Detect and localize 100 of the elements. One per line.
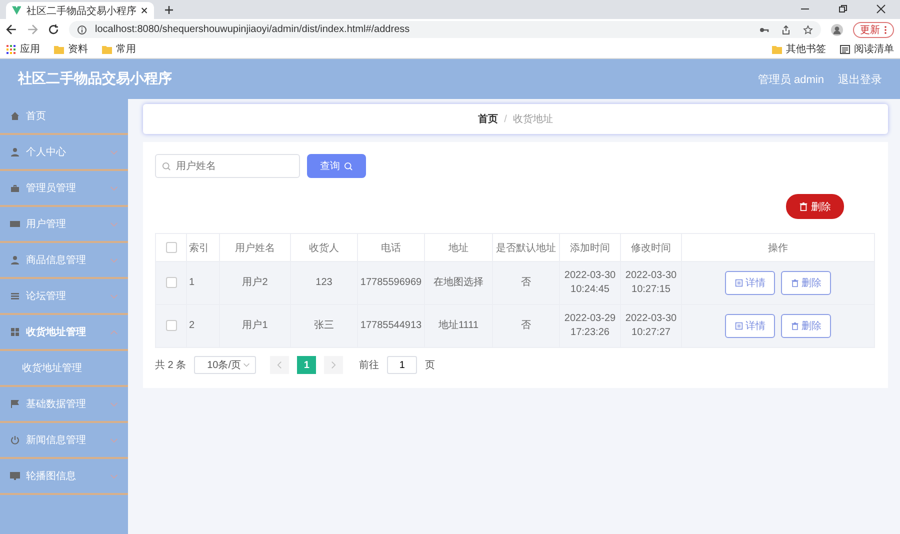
sidebar-subitem[interactable]: 收货地址管理 (0, 351, 128, 387)
new-tab-icon[interactable] (164, 5, 174, 15)
list-icon (10, 291, 20, 301)
document-icon (734, 279, 742, 287)
table-cell: 2022-03-30 10:27:27 (620, 304, 682, 348)
bookmark[interactable]: 阅读清单 (840, 42, 894, 56)
sidebar-item[interactable]: 轮播图信息 (0, 459, 128, 495)
sidebar-item[interactable]: 新闻信息管理 (0, 423, 128, 459)
goto-label: 前往 (359, 358, 380, 372)
total-count: 共 2 条 (155, 358, 186, 372)
folder-icon (54, 44, 64, 54)
column-header: 添加时间 (560, 234, 620, 262)
briefcase-icon (10, 183, 20, 193)
delete-button[interactable]: 删除 (781, 271, 831, 295)
browser-tab[interactable]: 社区二手物品交易小程序 (6, 2, 154, 19)
bookmark[interactable]: 资料 (54, 42, 88, 56)
app-title: 社区二手物品交易小程序 (18, 70, 172, 88)
house-icon (10, 111, 20, 121)
sidebar-item[interactable]: 首页 (0, 99, 128, 135)
column-header: 地址 (424, 234, 492, 262)
star-icon[interactable] (803, 24, 813, 34)
user-label: 管理员 admin (758, 72, 824, 86)
bookmark[interactable]: 其他书签 (772, 42, 826, 56)
power-icon (10, 435, 20, 445)
table-cell: 2 (186, 304, 220, 348)
table-cell: 123 (290, 262, 358, 304)
sidebar-item[interactable]: 用户管理 (0, 207, 128, 243)
column-header: 收货人 (290, 234, 358, 262)
table-cell: 张三 (290, 304, 358, 348)
column-header: 索引 (186, 234, 220, 262)
page-input[interactable]: 1 (387, 356, 418, 374)
page-button[interactable]: 1 (297, 356, 316, 374)
table-cell: 用户1 (220, 304, 290, 348)
sidebar-item[interactable]: 基础数据管理 (0, 387, 128, 423)
logout-link[interactable]: 退出登录 (838, 72, 882, 86)
delete-button[interactable]: 删除 (786, 194, 844, 219)
table-cell: 2022-03-30 10:27:15 (620, 262, 682, 304)
search-field[interactable]: 用户姓名 (155, 154, 300, 178)
column-header: 是否默认地址 (492, 234, 560, 262)
table-cell: 17785596969 (358, 262, 424, 304)
chevron-up-icon (110, 330, 118, 334)
address-bar[interactable]: localhost:8080/shequershouwupinjiaoyi/admin/dist/index.html#/address (69, 21, 821, 38)
checkbox[interactable] (166, 320, 176, 331)
breadcrumb-link[interactable]: 首页 (478, 112, 498, 126)
column-header: 修改时间 (620, 234, 682, 262)
person-icon (10, 255, 20, 265)
update-button[interactable]: 更新 (853, 22, 894, 38)
sidebar-item[interactable]: 收货地址管理 (0, 315, 128, 351)
page-suffix: 页 (425, 359, 436, 372)
search-icon (344, 162, 353, 170)
monitor-icon (10, 471, 20, 481)
close-icon[interactable] (141, 7, 148, 14)
document-icon (734, 322, 742, 330)
checkbox[interactable] (166, 242, 176, 253)
details-button[interactable]: 详情 (725, 314, 775, 338)
search-icon (162, 162, 171, 171)
profile-icon[interactable] (831, 24, 843, 36)
chevron-down-icon (110, 186, 118, 190)
trash-icon (799, 202, 808, 211)
reload-icon[interactable] (48, 24, 59, 35)
column-header: 电话 (358, 234, 424, 262)
v-logo-icon (12, 6, 22, 15)
column-header: 用户姓名 (220, 234, 290, 262)
chevron-down-icon (110, 402, 118, 406)
folder-icon (772, 44, 782, 54)
bookmark[interactable]: 应用 (6, 42, 40, 56)
table-cell: 否 (492, 304, 560, 348)
table-cell: 2022-03-29 17:23:26 (560, 304, 620, 348)
table-cell: 用户2 (220, 262, 290, 304)
share-icon[interactable] (781, 24, 791, 34)
flag-icon (10, 399, 20, 409)
grid-icon (10, 327, 20, 337)
apps-grid-icon (6, 44, 16, 54)
delete-button[interactable]: 删除 (781, 314, 831, 338)
details-button[interactable]: 详情 (725, 271, 775, 295)
more-vertical-icon (884, 24, 887, 34)
sidebar-item[interactable]: 个人中心 (0, 135, 128, 171)
chevron-down-icon (243, 363, 250, 367)
restore-icon[interactable] (838, 4, 848, 14)
breadcrumb-link[interactable]: 收货地址 (512, 112, 553, 126)
table-cell: 2022-03-30 10:24:45 (560, 262, 620, 304)
chevron-down-icon (110, 258, 118, 262)
table-cell: 在地图选择 (424, 262, 492, 304)
chevron-left-icon (277, 361, 282, 369)
sidebar-item[interactable]: 论坛管理 (0, 279, 128, 315)
bookmark[interactable]: 常用 (102, 42, 136, 56)
page-size-select[interactable]: 10条/页 (194, 356, 256, 374)
checkbox[interactable] (166, 276, 176, 288)
back-icon[interactable] (6, 24, 17, 35)
chevron-down-icon (110, 474, 118, 478)
id-card-icon (10, 219, 20, 229)
sidebar-item[interactable]: 商品信息管理 (0, 243, 128, 279)
trash-icon (790, 322, 798, 330)
table-cell: 地址1111 (424, 304, 492, 348)
chevron-down-icon (110, 222, 118, 226)
close-icon[interactable] (876, 4, 886, 14)
chevron-down-icon (110, 294, 118, 298)
table-cell: 17785544913 (358, 304, 424, 348)
search-button[interactable]: 查询 (307, 154, 366, 178)
sidebar-item[interactable]: 管理员管理 (0, 171, 128, 207)
